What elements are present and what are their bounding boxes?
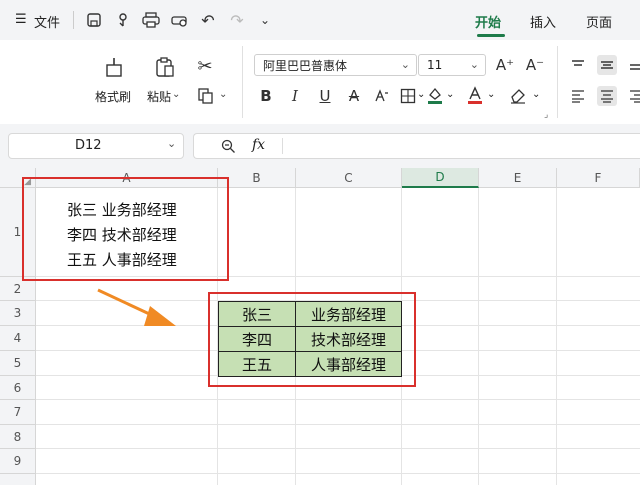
paste-button[interactable]: 粘贴: [147, 88, 171, 105]
hamburger-menu-icon[interactable]: ☰: [15, 12, 27, 27]
strikethrough-button[interactable]: A: [344, 86, 364, 106]
fill-chevron-icon[interactable]: ⌄: [446, 89, 454, 100]
gridline: [36, 473, 640, 474]
align-left-icon[interactable]: [568, 86, 588, 106]
format-painter-button[interactable]: 格式刷: [95, 88, 131, 105]
divider: [73, 11, 74, 29]
font-size-select[interactable]: 11 ⌄: [418, 54, 486, 76]
superscript-icon[interactable]: [372, 86, 392, 106]
print-preview-icon[interactable]: [170, 10, 190, 30]
font-size-value: 11: [427, 58, 443, 72]
row-header-3[interactable]: 3: [0, 301, 36, 326]
row-header-5[interactable]: 5: [0, 351, 36, 376]
undo-icon[interactable]: ↶: [198, 10, 218, 30]
name-box[interactable]: D12 ⌄: [8, 133, 184, 159]
row-header-10[interactable]: [0, 474, 36, 485]
column-header-c[interactable]: C: [296, 168, 402, 188]
gridline: [36, 399, 640, 400]
align-bottom-icon[interactable]: [626, 55, 640, 75]
chevron-down-icon: ⌄: [469, 58, 479, 71]
divider: [242, 46, 243, 118]
save-icon[interactable]: [84, 10, 104, 30]
spreadsheet-grid[interactable]: ◢ A B C D E F 1 2 3 4 5 6 7 8 9 张三 业务部经理…: [0, 168, 640, 485]
eraser-icon[interactable]: [508, 85, 528, 105]
paste-chevron-icon[interactable]: ⌄: [172, 89, 180, 100]
dialog-launcher-icon[interactable]: ⌟: [544, 110, 548, 120]
highlight-box-source: [22, 177, 229, 281]
row-header-4[interactable]: 4: [0, 326, 36, 351]
column-header-f[interactable]: F: [557, 168, 640, 188]
format-painter-icon[interactable]: [101, 54, 127, 80]
divider: [557, 46, 558, 118]
grow-font-button[interactable]: A⁺: [495, 55, 515, 75]
align-middle-icon[interactable]: [597, 55, 617, 75]
copy-icon[interactable]: [196, 86, 216, 106]
column-header-e[interactable]: E: [479, 168, 557, 188]
redo-icon[interactable]: ↷: [227, 10, 247, 30]
arrow-icon: [97, 288, 176, 326]
font-color-chevron-icon[interactable]: ⌄: [487, 89, 495, 100]
border-icon[interactable]: [398, 86, 418, 106]
title-bar: ☰ 文件 ↶ ↷ ⌄ 开始 插入 页面: [0, 0, 640, 40]
gridline: [36, 448, 640, 449]
copy-chevron-icon[interactable]: ⌄: [219, 89, 227, 100]
function-fx-icon[interactable]: fx: [252, 137, 265, 153]
fill-color-icon[interactable]: [425, 85, 445, 105]
eraser-chevron-icon[interactable]: ⌄: [532, 89, 540, 100]
cell-reference: D12: [75, 138, 102, 153]
italic-button[interactable]: I: [285, 86, 305, 106]
row-header-7[interactable]: 7: [0, 400, 36, 425]
share-icon[interactable]: [112, 10, 132, 30]
paste-icon[interactable]: [152, 54, 178, 80]
bold-button[interactable]: B: [256, 86, 276, 106]
row-header-6[interactable]: 6: [0, 376, 36, 400]
highlight-box-result: [208, 292, 416, 387]
divider: [282, 138, 283, 154]
column-header-d[interactable]: D: [402, 168, 479, 188]
font-name-value: 阿里巴巴普惠体: [263, 58, 348, 73]
shrink-font-button[interactable]: A⁻: [525, 55, 545, 75]
gridline: [36, 424, 640, 425]
ribbon: 格式刷 粘贴 ⌄ ✂ ⌄ 阿里巴巴普惠体 ⌄ 11 ⌄ A⁺ A⁻ B I U …: [0, 40, 640, 125]
tab-page[interactable]: 页面: [586, 12, 612, 31]
column-header-b[interactable]: B: [218, 168, 296, 188]
cut-icon[interactable]: ✂: [194, 55, 216, 77]
align-center-icon[interactable]: [597, 86, 617, 106]
formula-input[interactable]: fx: [193, 133, 640, 159]
gridline: [556, 188, 557, 485]
row-header-9[interactable]: 9: [0, 449, 36, 474]
align-right-icon[interactable]: [626, 86, 640, 106]
tab-home[interactable]: 开始: [475, 12, 501, 31]
gridline: [478, 188, 479, 485]
tab-insert[interactable]: 插入: [530, 12, 556, 31]
zoom-function-icon[interactable]: [219, 137, 237, 155]
active-tab-indicator: [477, 34, 505, 37]
print-icon[interactable]: [141, 10, 161, 30]
chevron-down-icon: ⌄: [400, 58, 410, 71]
chevron-down-icon: ⌄: [167, 137, 177, 150]
file-menu[interactable]: 文件: [34, 12, 60, 31]
align-top-icon[interactable]: [568, 55, 588, 75]
font-color-icon[interactable]: [465, 85, 485, 105]
chevron-down-icon[interactable]: ⌄: [255, 10, 275, 30]
row-header-8[interactable]: 8: [0, 425, 36, 449]
font-name-select[interactable]: 阿里巴巴普惠体 ⌄: [254, 54, 417, 76]
underline-button[interactable]: U: [315, 86, 335, 106]
